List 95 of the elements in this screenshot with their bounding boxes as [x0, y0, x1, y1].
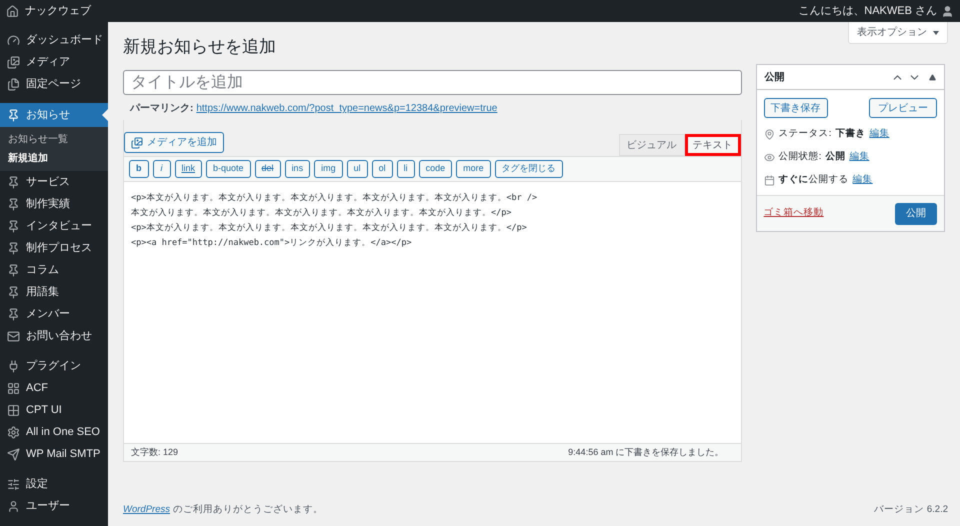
- pin-icon: [7, 220, 20, 232]
- user-icon: [7, 500, 20, 512]
- permalink-link[interactable]: https://www.nakweb.com/?post_type=news&p=12384&preview=true: [196, 101, 498, 116]
- code-line: <p><a href="http://nakweb.com">リンクが入ります。</a></p>: [131, 237, 413, 250]
- sidebar-item[interactable]: ダッシュボード: [0, 29, 108, 51]
- quicktag-button[interactable]: b: [129, 160, 148, 178]
- pin-icon: [764, 128, 775, 140]
- sidebar-item[interactable]: お問い合わせ: [0, 325, 108, 347]
- sidebar-item[interactable]: お知らせ: [0, 103, 108, 127]
- submenu-item[interactable]: お知らせ一覧: [0, 130, 108, 149]
- sidebar-item[interactable]: WP Mail SMTP: [0, 443, 108, 465]
- publish-setting-label: ステータス:: [778, 126, 832, 141]
- sidebar-item[interactable]: コラム: [0, 259, 108, 281]
- sidebar-item[interactable]: メンバー: [0, 303, 108, 325]
- sidebar-item[interactable]: プラグイン: [0, 355, 108, 377]
- text-editor-area[interactable]: <p>本文が入ります。本文が入ります。本文が入ります。本文が入ります。本文が入ります。<br /> 本文が入ります。本文が入ります。本文が入ります。本文が入ります。本文が入ります。</p> <p>本文が入ります。本文が入ります。本文が入ります。本文が入ります。本文が入ります。</p> <p><a href="http://nakweb.com">リンクが入ります。</a></p>: [123, 181, 742, 444]
- code-line: <p>本文が入ります。本文が入ります。本文が入ります。本文が入ります。本文が入ります。<br />: [131, 192, 538, 205]
- edit-link[interactable]: 編集: [852, 172, 873, 188]
- grid-icon: [7, 382, 20, 394]
- send-icon: [7, 448, 20, 460]
- pin-icon: [7, 286, 20, 298]
- code-line: <p>本文が入ります。本文が入ります。本文が入ります。本文が入ります。本文が入ります。</p>: [131, 222, 528, 235]
- eye-icon: [764, 152, 775, 162]
- media-icon: [131, 136, 143, 148]
- quicktag-button[interactable]: ul: [346, 160, 368, 178]
- autosave-message: 9:44:56 am に下書きを保存しました。: [568, 446, 724, 459]
- sidebar-item[interactable]: 用語集: [0, 281, 108, 303]
- sidebar-item[interactable]: メディア: [0, 51, 108, 73]
- footer-text: のご利用ありがとうございます。: [172, 502, 323, 517]
- wordpress-link[interactable]: WordPress: [123, 502, 170, 518]
- quicktag-button[interactable]: ol: [372, 160, 393, 178]
- edit-link[interactable]: 編集: [849, 150, 870, 164]
- sidebar-item[interactable]: サービス: [0, 171, 108, 193]
- grid-icon: [7, 404, 20, 416]
- publish-setting-label: 公開状態:: [778, 150, 822, 164]
- quicktag-button[interactable]: b-quote: [206, 160, 251, 178]
- gear-icon: [7, 426, 20, 438]
- sidebar-item[interactable]: 設定: [0, 473, 108, 495]
- quicktag-button[interactable]: ins: [284, 160, 310, 178]
- trash-link[interactable]: ゴミ箱へ移動: [764, 206, 824, 221]
- screen-options-button[interactable]: 表示オプション: [848, 22, 948, 44]
- editor-tab[interactable]: ビジュアル: [618, 134, 685, 156]
- sliders-icon: [7, 478, 20, 490]
- sidebar-item[interactable]: All in One SEO: [0, 421, 108, 443]
- caret-icon: [933, 30, 939, 34]
- plug-icon: [7, 360, 20, 372]
- add-media-button[interactable]: メディアを追加: [124, 132, 224, 153]
- sidebar-item[interactable]: ACF: [0, 377, 108, 399]
- current-arrow: [102, 109, 108, 121]
- avatar-icon[interactable]: [941, 4, 954, 18]
- pin-icon: [7, 108, 20, 122]
- submenu-item[interactable]: 新規追加: [0, 149, 108, 168]
- quicktag-button[interactable]: i: [152, 160, 170, 178]
- publish-setting-value: 下書き: [835, 126, 866, 141]
- quicktag-button[interactable]: li: [396, 160, 415, 178]
- sidebar-item[interactable]: 制作実績: [0, 193, 108, 215]
- collapse-icon[interactable]: [929, 74, 936, 80]
- pin-icon: [7, 176, 20, 188]
- save-draft-button[interactable]: 下書き保存: [764, 98, 828, 118]
- page-title: 新規お知らせを追加: [123, 36, 277, 58]
- images-icon: [7, 56, 20, 68]
- quicktag-button[interactable]: タグを閉じる: [494, 160, 563, 178]
- sidebar-item[interactable]: CPT UI: [0, 399, 108, 421]
- preview-button[interactable]: プレビュー: [869, 98, 937, 118]
- quicktag-button[interactable]: code: [418, 160, 452, 178]
- publish-button[interactable]: 公開: [895, 202, 937, 224]
- sidebar-item[interactable]: ユーザー: [0, 495, 108, 517]
- quicktag-button[interactable]: img: [314, 160, 343, 178]
- publish-setting-label: すぐに公開する: [778, 172, 849, 187]
- greeting[interactable]: こんにちは、NAKWEB さん: [798, 2, 937, 20]
- sidebar-item[interactable]: インタビュー: [0, 215, 108, 237]
- pin-icon: [7, 198, 20, 210]
- calendar-icon: [764, 174, 775, 186]
- sidebar-item[interactable]: 制作プロセス: [0, 237, 108, 259]
- mail-icon: [7, 330, 20, 342]
- gauge-icon: [7, 34, 20, 46]
- edit-link[interactable]: 編集: [869, 126, 890, 142]
- pin-icon: [7, 308, 20, 320]
- word-count: 文字数: 129: [131, 446, 178, 459]
- pin-icon: [7, 264, 20, 276]
- quicktag-button[interactable]: del: [254, 160, 281, 178]
- quicktag-button[interactable]: more: [456, 160, 491, 178]
- quicktag-button[interactable]: link: [174, 160, 202, 178]
- permalink-label: パーマリンク:: [130, 102, 194, 116]
- code-line: 本文が入ります。本文が入ります。本文が入ります。本文が入ります。本文が入ります。</p>: [131, 207, 512, 220]
- publish-setting-value: 公開: [825, 150, 846, 164]
- title-input-field[interactable]: タイトルを追加: [123, 70, 742, 95]
- pages-icon: [7, 78, 20, 90]
- editor-tab[interactable]: テキスト: [684, 134, 741, 156]
- publish-box-title: 公開: [764, 70, 785, 84]
- site-name[interactable]: ナックウェブ: [25, 2, 91, 20]
- version-text: バージョン 6.2.2: [874, 502, 948, 517]
- sidebar-item[interactable]: 固定ページ: [0, 73, 108, 95]
- home-icon[interactable]: [6, 4, 19, 18]
- pin-icon: [7, 242, 20, 254]
